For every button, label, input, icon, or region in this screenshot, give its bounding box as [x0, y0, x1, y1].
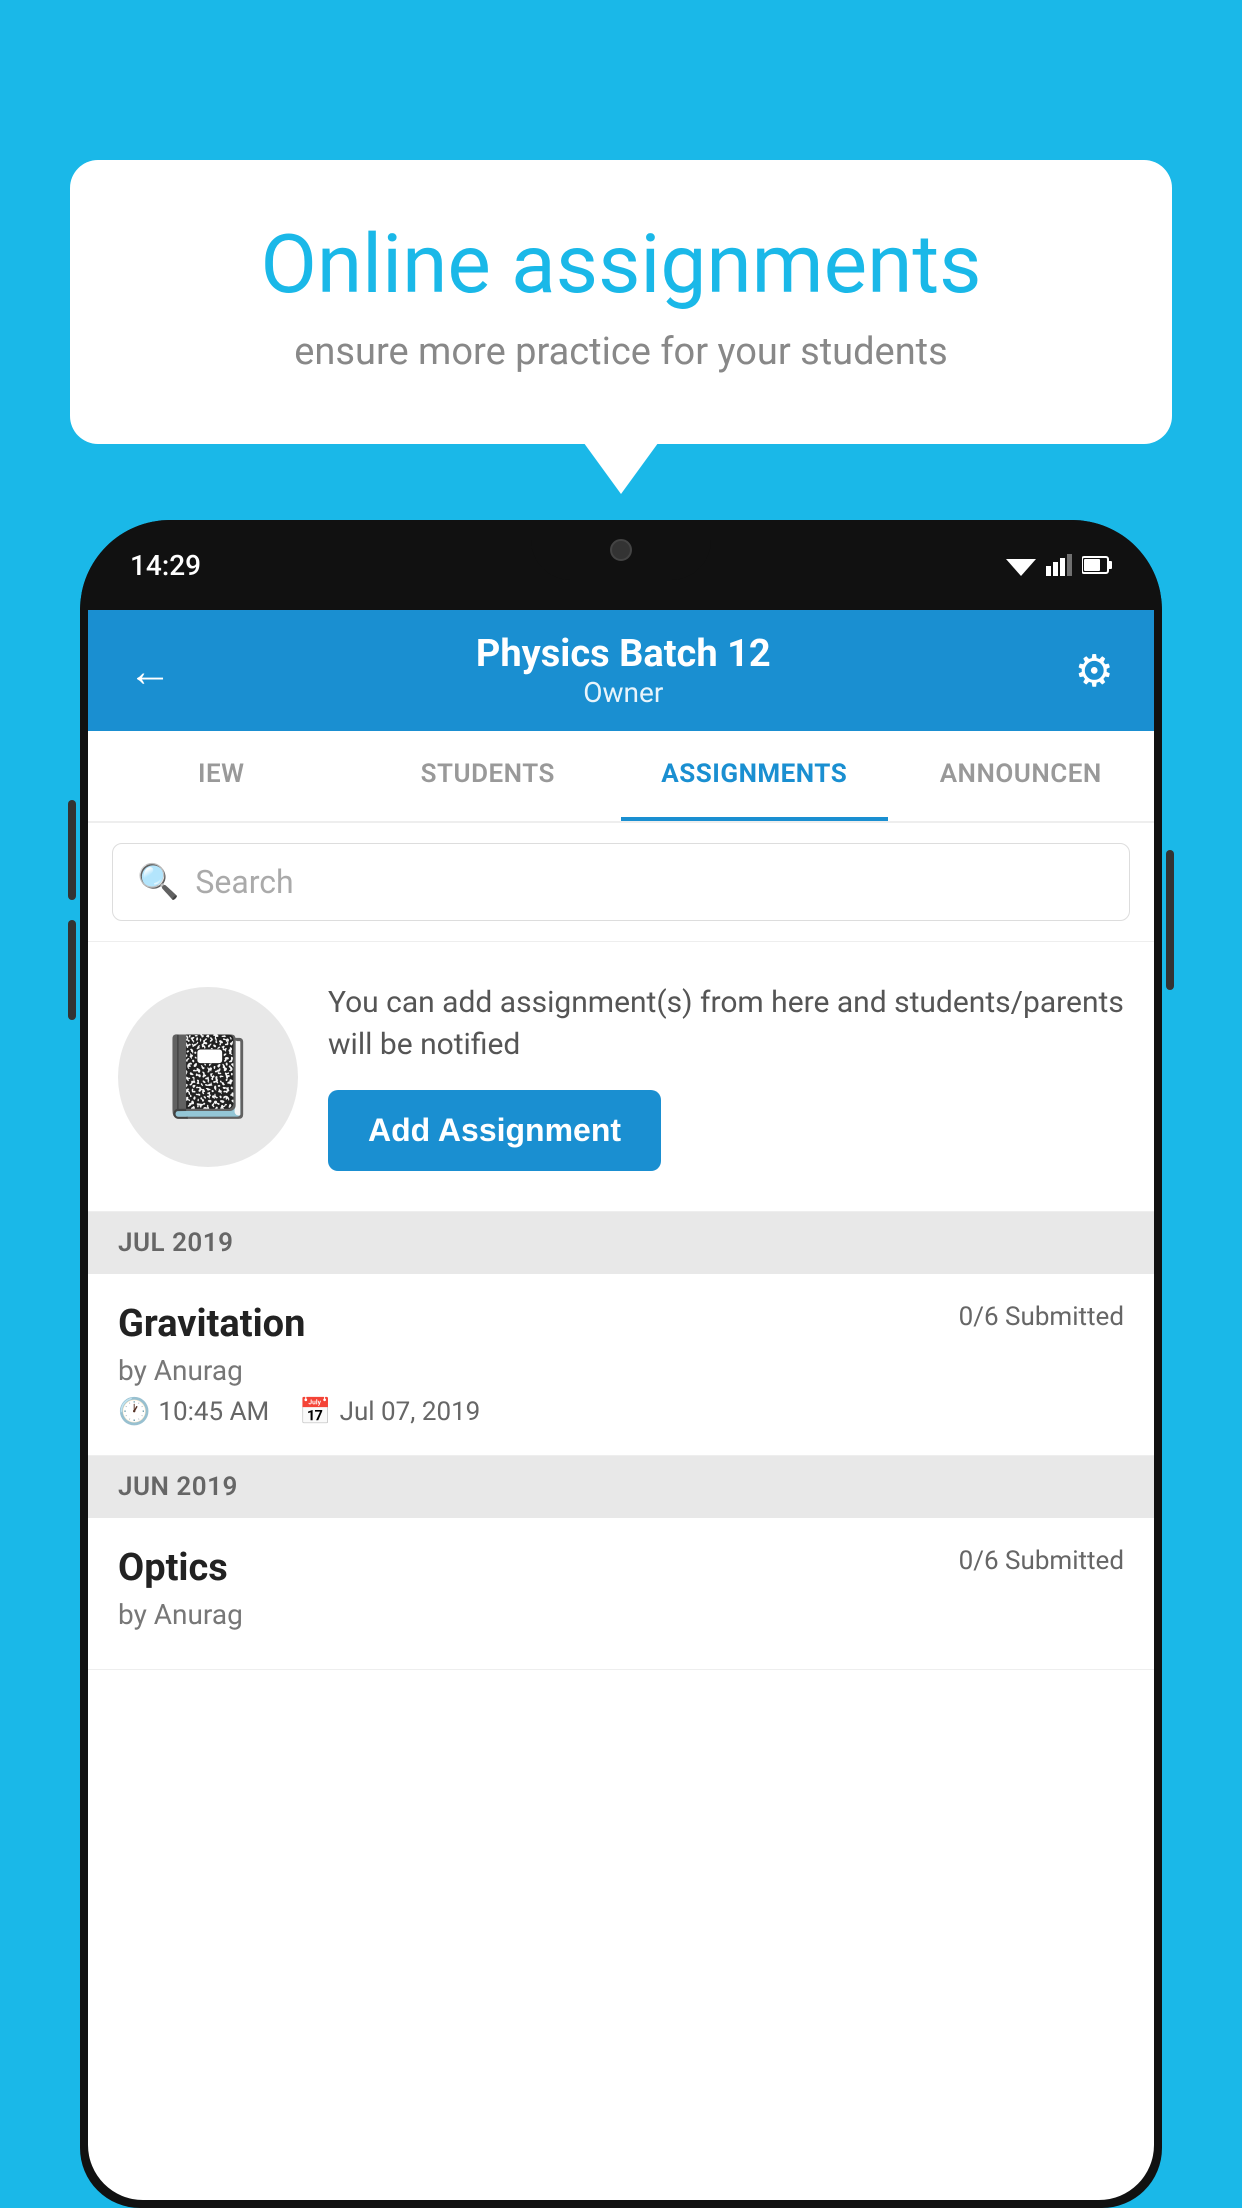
- assignment-row-optics: Optics 0/6 Submitted: [118, 1546, 1124, 1590]
- assignment-row: Gravitation 0/6 Submitted: [118, 1302, 1124, 1346]
- clock-icon: 🕐: [118, 1397, 150, 1427]
- speech-bubble: Online assignments ensure more practice …: [70, 160, 1172, 444]
- power-button: [1166, 850, 1174, 990]
- battery-icon: [1082, 554, 1112, 576]
- header-title-area: Physics Batch 12 Owner: [476, 632, 771, 709]
- assignment-submitted: 0/6 Submitted: [959, 1302, 1124, 1332]
- speech-bubble-subtitle: ensure more practice for your students: [150, 330, 1092, 374]
- speech-bubble-title: Online assignments: [150, 220, 1092, 310]
- tabs-bar: IEW STUDENTS ASSIGNMENTS ANNOUNCEN: [88, 731, 1154, 823]
- assignment-submitted-optics: 0/6 Submitted: [959, 1546, 1124, 1576]
- promo-icon-circle: 📓: [118, 987, 298, 1167]
- assignment-time: 🕐 10:45 AM: [118, 1397, 269, 1427]
- section-header-jul: JUL 2019: [88, 1212, 1154, 1274]
- notebook-icon: 📓: [158, 1030, 258, 1124]
- assignment-time-value: 10:45 AM: [158, 1397, 269, 1427]
- settings-icon[interactable]: ⚙: [1075, 645, 1114, 697]
- app-header: ← Physics Batch 12 Owner ⚙: [88, 610, 1154, 731]
- section-header-jun: JUN 2019: [88, 1456, 1154, 1518]
- search-icon: 🔍: [137, 862, 179, 902]
- assignment-date: 📅 Jul 07, 2019: [299, 1397, 480, 1427]
- phone-screen: ← Physics Batch 12 Owner ⚙ IEW STUDENTS …: [88, 610, 1154, 2200]
- search-container: 🔍 Search: [88, 823, 1154, 942]
- status-icons: [1006, 554, 1112, 576]
- promo-text-area: You can add assignment(s) from here and …: [328, 982, 1124, 1171]
- assignment-name-optics: Optics: [118, 1546, 228, 1590]
- promo-text: You can add assignment(s) from here and …: [328, 982, 1124, 1066]
- calendar-icon: 📅: [299, 1397, 331, 1427]
- signal-icon: [1046, 554, 1072, 576]
- status-bar: 14:29: [80, 520, 1162, 610]
- back-button[interactable]: ←: [128, 645, 172, 697]
- search-placeholder: Search: [195, 863, 293, 901]
- app-subtitle: Owner: [476, 676, 771, 709]
- wifi-icon: [1006, 554, 1036, 576]
- assignment-name: Gravitation: [118, 1302, 305, 1346]
- tab-iew[interactable]: IEW: [88, 731, 355, 821]
- assignment-by: by Anurag: [118, 1354, 1124, 1387]
- phone-frame: 14:29 ← Physics Ba: [80, 520, 1162, 2208]
- volume-up-button: [68, 800, 76, 900]
- add-assignment-button[interactable]: Add Assignment: [328, 1090, 661, 1171]
- tab-assignments[interactable]: ASSIGNMENTS: [621, 731, 888, 821]
- assignment-by-optics: by Anurag: [118, 1598, 1124, 1631]
- speech-bubble-container: Online assignments ensure more practice …: [70, 160, 1172, 444]
- app-title: Physics Batch 12: [476, 632, 771, 676]
- assignment-meta: 🕐 10:45 AM 📅 Jul 07, 2019: [118, 1397, 1124, 1427]
- volume-down-button: [68, 920, 76, 1020]
- tab-students[interactable]: STUDENTS: [355, 731, 622, 821]
- tab-announcements[interactable]: ANNOUNCEN: [888, 731, 1155, 821]
- assignment-item-optics[interactable]: Optics 0/6 Submitted by Anurag: [88, 1518, 1154, 1670]
- search-bar[interactable]: 🔍 Search: [112, 843, 1130, 921]
- assignment-item-gravitation[interactable]: Gravitation 0/6 Submitted by Anurag 🕐 10…: [88, 1274, 1154, 1456]
- promo-section: 📓 You can add assignment(s) from here an…: [88, 942, 1154, 1212]
- phone-camera: [610, 539, 632, 561]
- phone-notch: [531, 520, 711, 580]
- phone-time: 14:29: [130, 549, 201, 582]
- assignment-date-value: Jul 07, 2019: [340, 1397, 481, 1427]
